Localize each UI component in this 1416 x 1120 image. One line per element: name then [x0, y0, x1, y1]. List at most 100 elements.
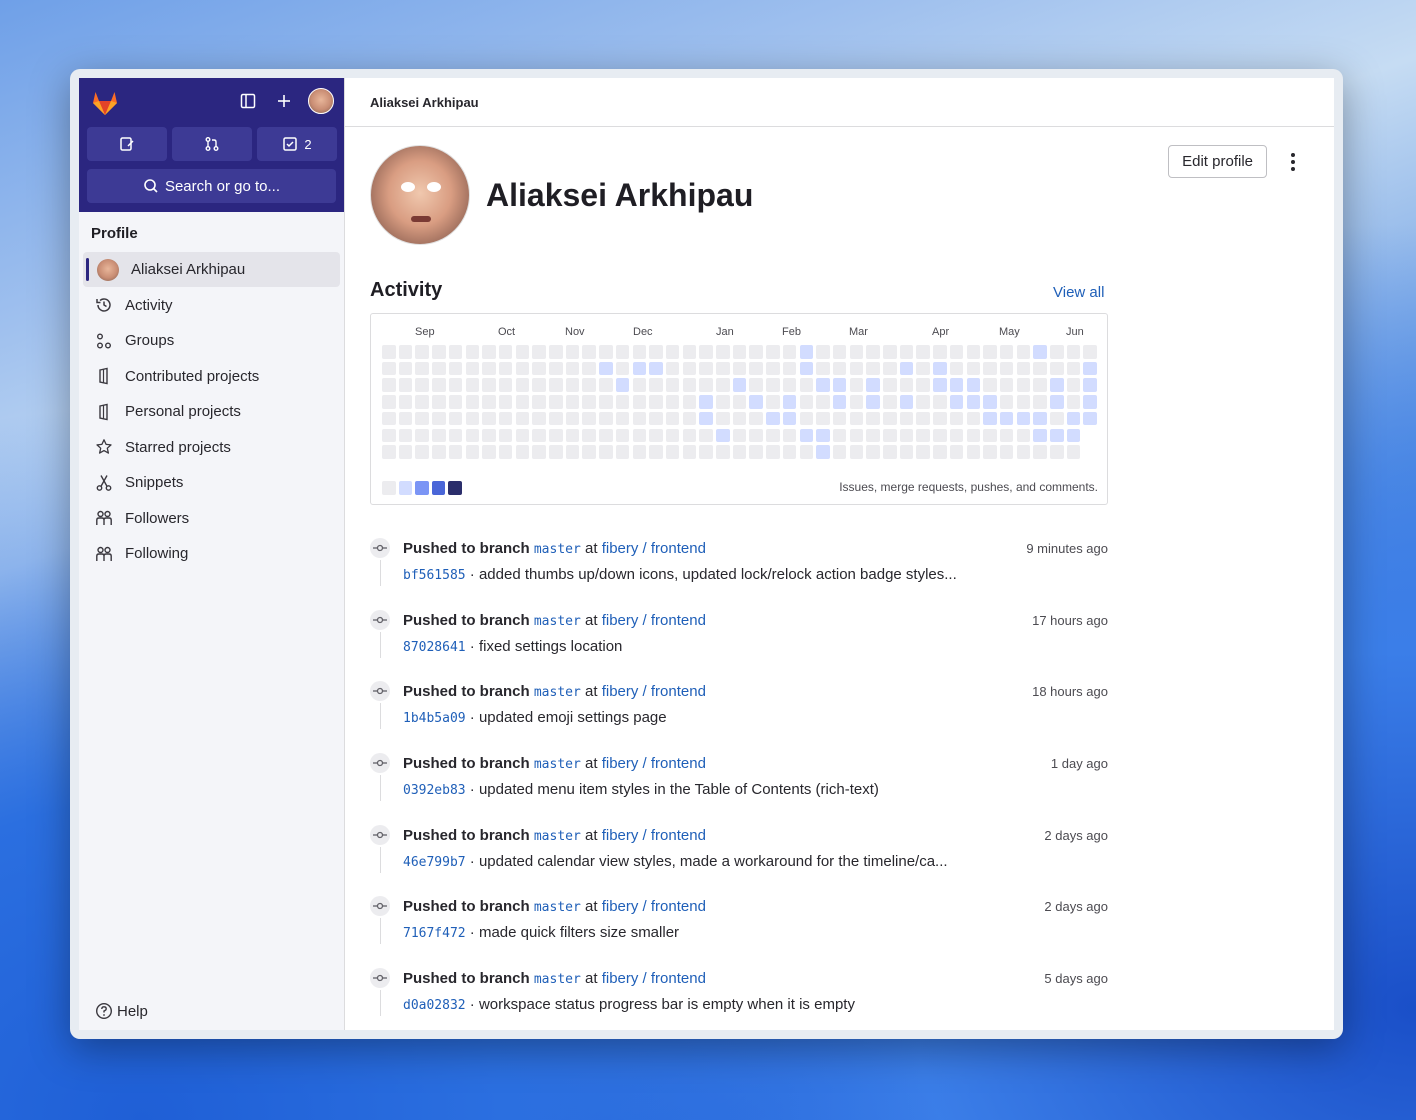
sidebar-item-contributed-projects[interactable]: Contributed projects: [83, 359, 340, 394]
calendar-day[interactable]: [615, 361, 630, 376]
calendar-day[interactable]: [816, 361, 830, 376]
calendar-day[interactable]: [832, 411, 847, 426]
calendar-day[interactable]: [782, 395, 797, 409]
calendar-day[interactable]: [599, 361, 613, 376]
calendar-day[interactable]: [615, 428, 630, 442]
calendar-day[interactable]: [899, 395, 914, 409]
calendar-day[interactable]: [549, 445, 563, 459]
project-link[interactable]: fibery / frontend: [602, 827, 706, 844]
calendar-day[interactable]: [782, 345, 797, 359]
calendar-day[interactable]: [832, 445, 847, 459]
calendar-day[interactable]: [532, 361, 546, 376]
calendar-day[interactable]: [949, 345, 964, 359]
calendar-day[interactable]: [1050, 345, 1064, 359]
calendar-day[interactable]: [732, 428, 747, 442]
calendar-day[interactable]: [766, 378, 780, 392]
calendar-day[interactable]: [565, 361, 580, 376]
calendar-day[interactable]: [448, 345, 463, 359]
calendar-day[interactable]: [883, 361, 897, 376]
calendar-day[interactable]: [398, 445, 413, 459]
calendar-day[interactable]: [615, 395, 630, 409]
calendar-day[interactable]: [866, 445, 880, 459]
calendar-day[interactable]: [632, 345, 646, 359]
calendar-day[interactable]: [498, 345, 513, 359]
calendar-day[interactable]: [465, 411, 479, 426]
calendar-day[interactable]: [782, 428, 797, 442]
calendar-day[interactable]: [899, 361, 914, 376]
calendar-day[interactable]: [832, 395, 847, 409]
calendar-day[interactable]: [465, 395, 479, 409]
calendar-day[interactable]: [916, 411, 930, 426]
calendar-day[interactable]: [599, 395, 613, 409]
calendar-day[interactable]: [649, 395, 663, 409]
commit-sha-link[interactable]: 1b4b5a09: [403, 711, 466, 726]
calendar-day[interactable]: [1033, 378, 1047, 392]
calendar-day[interactable]: [966, 445, 980, 459]
calendar-day[interactable]: [482, 361, 496, 376]
user-avatar-button[interactable]: [308, 88, 334, 114]
calendar-day[interactable]: [599, 378, 613, 392]
calendar-day[interactable]: [949, 445, 964, 459]
calendar-day[interactable]: [515, 395, 530, 409]
calendar-day[interactable]: [799, 378, 813, 392]
branch-link[interactable]: master: [534, 685, 581, 700]
calendar-day[interactable]: [916, 395, 930, 409]
calendar-day[interactable]: [565, 345, 580, 359]
calendar-day[interactable]: [866, 378, 880, 392]
calendar-day[interactable]: [699, 361, 713, 376]
calendar-day[interactable]: [565, 378, 580, 392]
calendar-day[interactable]: [766, 428, 780, 442]
calendar-day[interactable]: [766, 445, 780, 459]
calendar-day[interactable]: [1016, 345, 1031, 359]
calendar-day[interactable]: [549, 378, 563, 392]
calendar-day[interactable]: [1066, 361, 1081, 376]
calendar-day[interactable]: [665, 378, 680, 392]
calendar-day[interactable]: [1050, 361, 1064, 376]
calendar-day[interactable]: [382, 428, 396, 442]
calendar-day[interactable]: [549, 428, 563, 442]
calendar-day[interactable]: [883, 345, 897, 359]
calendar-day[interactable]: [732, 345, 747, 359]
calendar-day[interactable]: [999, 361, 1014, 376]
calendar-day[interactable]: [498, 411, 513, 426]
calendar-day[interactable]: [549, 395, 563, 409]
calendar-day[interactable]: [799, 428, 813, 442]
calendar-day[interactable]: [949, 361, 964, 376]
calendar-day[interactable]: [1050, 411, 1064, 426]
calendar-day[interactable]: [582, 378, 596, 392]
calendar-day[interactable]: [933, 378, 947, 392]
calendar-day[interactable]: [432, 445, 446, 459]
calendar-day[interactable]: [465, 378, 479, 392]
sidebar-item-groups[interactable]: Groups: [83, 323, 340, 358]
calendar-day[interactable]: [415, 445, 429, 459]
calendar-day[interactable]: [983, 395, 997, 409]
calendar-day[interactable]: [782, 445, 797, 459]
sidebar-item-followers[interactable]: Followers: [83, 501, 340, 536]
calendar-day[interactable]: [515, 378, 530, 392]
calendar-day[interactable]: [832, 378, 847, 392]
calendar-day[interactable]: [465, 361, 479, 376]
calendar-day[interactable]: [732, 411, 747, 426]
calendar-day[interactable]: [1016, 395, 1031, 409]
calendar-day[interactable]: [1066, 395, 1081, 409]
calendar-day[interactable]: [465, 445, 479, 459]
calendar-day[interactable]: [1033, 445, 1047, 459]
calendar-day[interactable]: [632, 361, 646, 376]
calendar-day[interactable]: [1066, 378, 1081, 392]
calendar-day[interactable]: [766, 361, 780, 376]
calendar-day[interactable]: [949, 411, 964, 426]
calendar-day[interactable]: [565, 445, 580, 459]
calendar-day[interactable]: [682, 378, 697, 392]
calendar-day[interactable]: [1083, 378, 1097, 392]
calendar-day[interactable]: [716, 395, 730, 409]
calendar-day[interactable]: [599, 428, 613, 442]
calendar-day[interactable]: [582, 345, 596, 359]
calendar-day[interactable]: [549, 345, 563, 359]
calendar-day[interactable]: [665, 445, 680, 459]
calendar-day[interactable]: [398, 395, 413, 409]
calendar-day[interactable]: [632, 411, 646, 426]
calendar-day[interactable]: [415, 345, 429, 359]
calendar-day[interactable]: [849, 345, 864, 359]
calendar-day[interactable]: [532, 345, 546, 359]
calendar-day[interactable]: [565, 395, 580, 409]
